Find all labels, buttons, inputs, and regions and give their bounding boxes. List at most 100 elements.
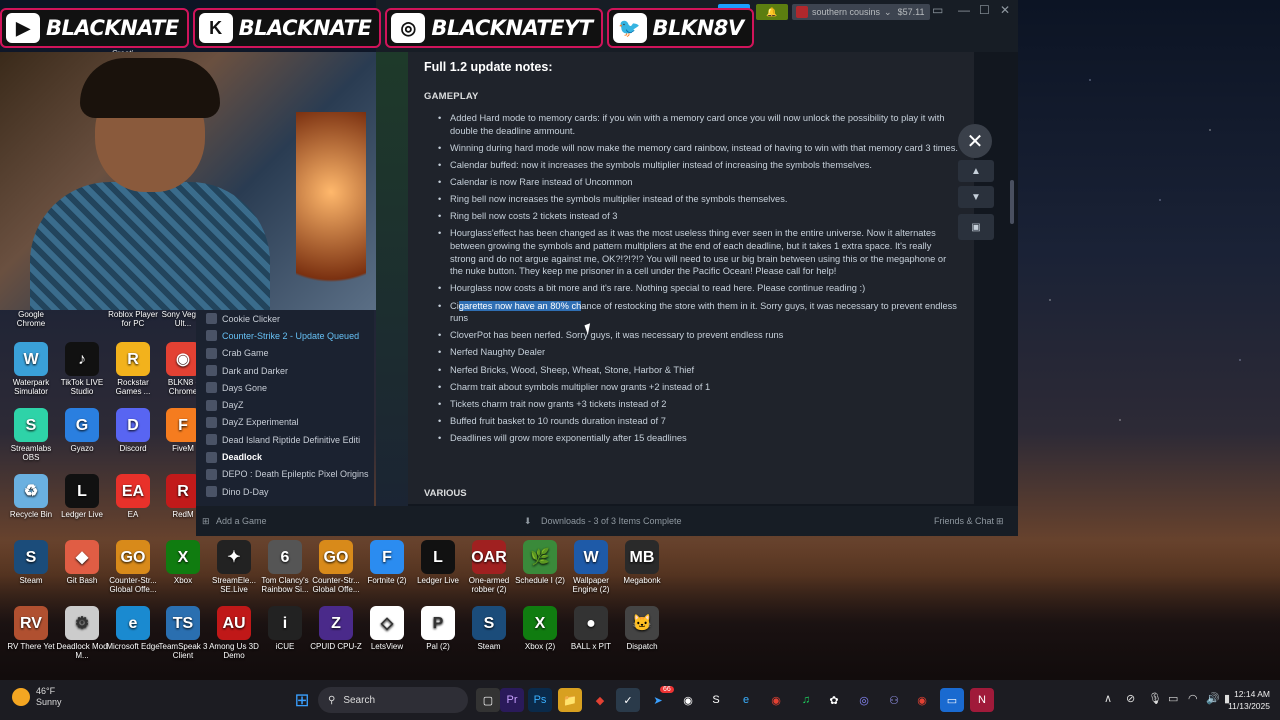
- temperature: 46°F: [36, 686, 56, 696]
- desktop-shortcut[interactable]: G Gyazo: [55, 408, 109, 453]
- notification-bell-icon[interactable]: 🔔: [756, 4, 788, 20]
- desktop-shortcut[interactable]: MB Megabonk: [615, 540, 669, 585]
- spotify-icon[interactable]: ♫: [794, 688, 818, 712]
- desktop-shortcut[interactable]: e Microsoft Edge: [106, 606, 160, 651]
- windows-start-icon[interactable]: ⊞: [290, 688, 314, 712]
- photoshop-icon[interactable]: Ps: [528, 688, 552, 712]
- friends-chat-icon[interactable]: ⊞: [996, 516, 1004, 527]
- volume-icon[interactable]: 🔊: [1206, 692, 1220, 705]
- desktop-shortcut[interactable]: ♻ Recycle Bin: [4, 474, 58, 519]
- desktop-shortcut[interactable]: 🐱 Dispatch: [615, 606, 669, 651]
- app-window-icon[interactable]: ▭: [940, 688, 964, 712]
- library-game-item[interactable]: Days Gone: [196, 379, 374, 396]
- library-game-item[interactable]: Dead Island Riptide Definitive Editi: [196, 431, 374, 448]
- shortcut-label: Git Bash: [66, 576, 98, 585]
- task-view-icon[interactable]: ▢: [476, 688, 500, 712]
- desktop-shortcut[interactable]: OAR One-armed robber (2): [462, 540, 516, 594]
- add-icon[interactable]: ⊞: [202, 516, 210, 527]
- desktop-shortcut[interactable]: Z CPUID CPU-Z: [309, 606, 363, 651]
- screenshot-mode-icon[interactable]: ▭: [932, 3, 943, 17]
- library-game-list: Cookie Clicker Counter-Strike 2 - Update …: [196, 310, 374, 506]
- desktop-shortcut-label[interactable]: Google Chrome: [4, 310, 58, 328]
- scrollbar[interactable]: [1010, 180, 1014, 224]
- shortcut-label: Rockstar Games ...: [115, 378, 151, 396]
- desktop-shortcut[interactable]: GO Counter-Str... Global Offe...: [106, 540, 160, 594]
- maximize-icon[interactable]: ☐: [979, 3, 990, 17]
- add-game-button[interactable]: Add a Game: [216, 516, 267, 526]
- desktop-shortcut[interactable]: S Steam: [462, 606, 516, 651]
- desktop-shortcut[interactable]: AU Among Us 3D Demo: [207, 606, 261, 660]
- system-clock[interactable]: 12:14 AM 11/13/2025: [1228, 688, 1270, 712]
- desktop-shortcut[interactable]: ◇ LetsView: [360, 606, 414, 651]
- desktop-shortcut[interactable]: RV RV There Yet: [4, 606, 58, 651]
- downloads-icon[interactable]: ⬇: [524, 516, 532, 527]
- friends-chat-button[interactable]: Friends & Chat: [934, 516, 994, 526]
- edge-icon[interactable]: e: [734, 688, 758, 712]
- close-window-icon[interactable]: ✕: [1000, 3, 1010, 17]
- minimize-icon[interactable]: —: [958, 3, 970, 17]
- desktop-shortcut[interactable]: X Xbox (2): [513, 606, 567, 651]
- teams-icon[interactable]: ⚇: [882, 688, 906, 712]
- desktop-shortcut[interactable]: ♪ TikTok LIVE Studio: [55, 342, 109, 396]
- premiere-icon[interactable]: Pr: [500, 688, 524, 712]
- library-game-item[interactable]: Dino D-Day: [196, 483, 374, 500]
- library-game-item[interactable]: DayZ Experimental: [196, 414, 374, 431]
- steam-taskbar-icon[interactable]: ✓: [616, 688, 640, 712]
- social-handle: BLKN8V: [652, 16, 745, 40]
- network-off-icon[interactable]: ⊘: [1126, 692, 1135, 705]
- tray-chevron-icon[interactable]: ∧: [1104, 692, 1112, 705]
- library-game-item[interactable]: Crab Game: [196, 345, 374, 362]
- library-game-item[interactable]: Deadlock: [196, 448, 374, 465]
- shortcut-label: Megabonk: [623, 576, 661, 585]
- library-game-item[interactable]: Cookie Clicker: [196, 310, 374, 327]
- desktop-shortcut[interactable]: ✦ StreamEle... SE.Live: [207, 540, 261, 594]
- desktop-shortcut[interactable]: W Waterpark Simulator: [4, 342, 58, 396]
- desktop-shortcut[interactable]: D Discord: [106, 408, 160, 453]
- desktop-shortcut[interactable]: S Steam: [4, 540, 58, 585]
- desktop-shortcut[interactable]: ● BALL x PIT: [564, 606, 618, 651]
- desktop-shortcut[interactable]: ◆ Git Bash: [55, 540, 109, 585]
- shortcut-label: EA: [127, 510, 139, 519]
- desktop-shortcut[interactable]: EA EA: [106, 474, 160, 519]
- chrome-icon[interactable]: ◉: [764, 688, 788, 712]
- desktop-shortcut[interactable]: P Pal (2): [411, 606, 465, 651]
- desktop-shortcut[interactable]: L Ledger Live: [55, 474, 109, 519]
- desktop-shortcut[interactable]: ⚙ Deadlock Mod M...: [55, 606, 109, 660]
- discord-icon[interactable]: ◎: [852, 688, 876, 712]
- close-overlay-icon[interactable]: ✕: [958, 124, 992, 158]
- obs-icon[interactable]: ◉: [676, 688, 700, 712]
- display-icon[interactable]: ▭: [1168, 692, 1178, 705]
- weather-widget[interactable]: 46°F Sunny: [12, 686, 62, 708]
- taskbar-search[interactable]: ⚲ Search: [318, 687, 468, 713]
- library-game-item[interactable]: DEPO : Death Epileptic Pixel Origins: [196, 466, 374, 483]
- desktop-shortcut[interactable]: TS TeamSpeak 3 Client: [156, 606, 210, 660]
- chrome-2-icon[interactable]: ◉: [910, 688, 934, 712]
- desktop-shortcut[interactable]: F Fortnite (2): [360, 540, 414, 585]
- desktop-shortcut[interactable]: 🌿 Schedule I (2): [513, 540, 567, 585]
- desktop-shortcut[interactable]: S Streamlabs OBS: [4, 408, 58, 462]
- wifi-icon[interactable]: ◠: [1188, 692, 1198, 705]
- microphone-icon[interactable]: 🎙: [1148, 692, 1162, 705]
- desktop-shortcut[interactable]: R Rockstar Games ...: [106, 342, 160, 396]
- app-icon[interactable]: ◆: [588, 688, 612, 712]
- desktop-shortcut[interactable]: 6 Tom Clancy's Rainbow Si...: [258, 540, 312, 594]
- file-explorer-icon[interactable]: 📁: [558, 688, 582, 712]
- steam-icon[interactable]: S: [704, 688, 728, 712]
- account-wallet-button[interactable]: southern cousins ⌄ $57.11: [792, 4, 931, 20]
- streamer-app-icon[interactable]: N: [970, 688, 994, 712]
- desktop-shortcut[interactable]: GO Counter-Str... Global Offe...: [309, 540, 363, 594]
- desktop-shortcut[interactable]: i iCUE: [258, 606, 312, 651]
- game-thumbnail-icon[interactable]: ▣: [958, 214, 994, 240]
- library-game-item[interactable]: DayZ: [196, 396, 374, 413]
- library-game-item[interactable]: Dark and Darker: [196, 362, 374, 379]
- gpt-icon[interactable]: ✿: [822, 688, 846, 712]
- shortcut-label: Deadlock Mod M...: [56, 642, 108, 660]
- desktop-shortcut[interactable]: W Wallpaper Engine (2): [564, 540, 618, 594]
- scroll-down-icon[interactable]: ▼: [958, 186, 994, 208]
- desktop-shortcut[interactable]: L Ledger Live: [411, 540, 465, 585]
- desktop-shortcut-label[interactable]: Roblox Player for PC: [106, 310, 160, 328]
- downloads-status[interactable]: Downloads - 3 of 3 Items Complete: [541, 516, 682, 526]
- scroll-up-icon[interactable]: ▲: [958, 160, 994, 182]
- library-game-item[interactable]: Counter-Strike 2 - Update Queued: [196, 327, 374, 344]
- desktop-shortcut[interactable]: X Xbox: [156, 540, 210, 585]
